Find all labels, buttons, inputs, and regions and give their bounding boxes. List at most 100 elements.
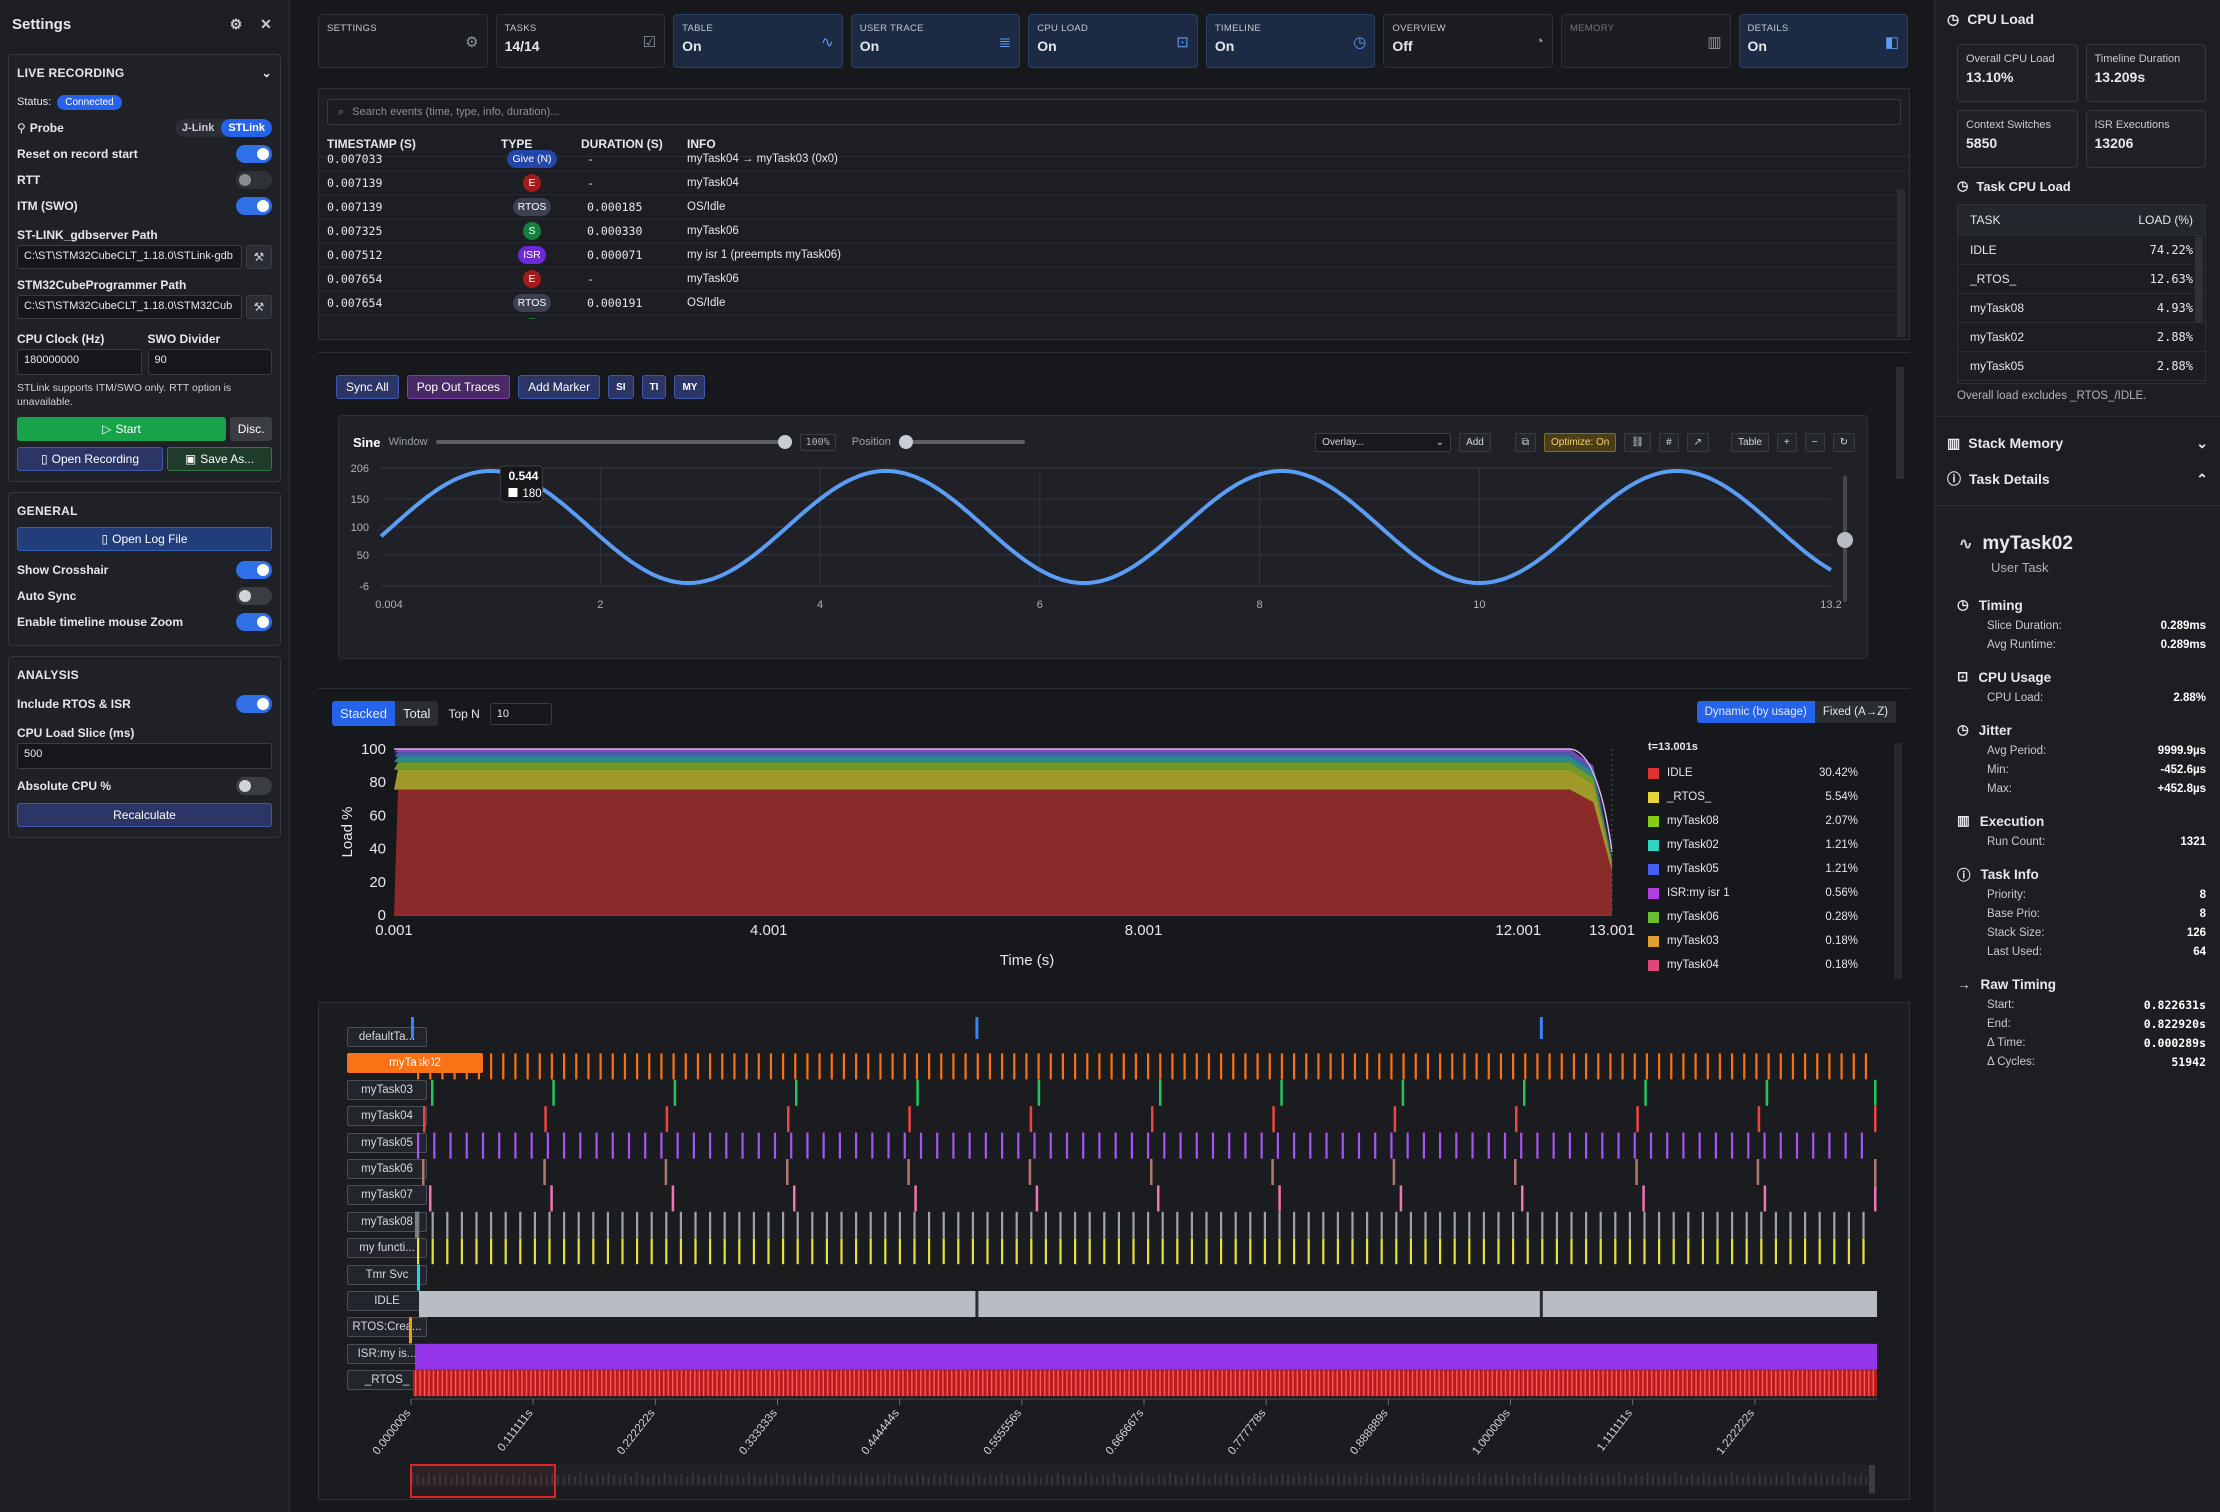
trace-panel-scrollbar[interactable] [1896,367,1904,479]
y-zoom-knob[interactable] [1837,532,1853,548]
timeline-zoom-toggle[interactable] [236,613,272,631]
legend-item[interactable]: ISR:my isr 1 0.56% [1648,881,1858,905]
trace-my-button[interactable]: MY [674,375,706,399]
timeline-mark [1628,1238,1631,1265]
event-type: RTOS [487,293,577,312]
detail-row: Max: +452.8µs [1957,779,2220,798]
recalculate-button[interactable]: Recalculate [17,803,272,827]
disconnect-button[interactable]: Disc. [230,417,272,441]
legend-item[interactable]: myTask06 0.28% [1648,905,1858,929]
timeline-mark [1380,1211,1383,1238]
task-load-row[interactable]: myTask02 2.88% [1958,322,2205,351]
task-load-row[interactable]: myTask05 2.88% [1958,351,2205,380]
cpu-load-section-header[interactable]: ◷ CPU Load [1935,0,2220,38]
event-search-input[interactable]: Search events (time, type, info, duratio… [352,106,559,118]
task-load-row[interactable]: IDLE 74.22% [1958,235,2205,264]
auto-sync-toggle[interactable] [236,587,272,605]
event-table-scrollbar[interactable] [1897,189,1905,337]
timeline-mark [1061,1370,1064,1397]
wrench-icon[interactable]: ⚒ [246,295,272,319]
trace-ti-button[interactable]: TI [641,375,667,399]
tile-settings[interactable]: SETTINGS ⚙ [318,14,488,68]
minimap-mark [955,1477,958,1485]
timeline-chart[interactable]: 0.000000s 0.111111s 0.222222s 0.333333s 0.44… [319,1003,1909,1499]
tile-cpu-load[interactable]: CPU LOAD On ⊡ [1028,14,1198,68]
table-row[interactable]: 0.007139 RTOS 0.000185 OS/Idle [319,195,1909,219]
probe-option-stlink[interactable]: STLink [221,119,272,137]
table-row[interactable]: 0.007325 S 0.000330 myTask06 [319,219,1909,243]
col-duration[interactable]: DURATION (S) [577,137,687,151]
legend-item[interactable]: myTask04 0.18% [1648,953,1858,977]
event-table-body: 0.007033 Give (N) - myTask04 → myTask03 (0x… [319,147,1909,319]
pop-out-traces-button[interactable]: Pop Out Traces [406,375,511,399]
dynamic-order-button[interactable]: Dynamic (by usage) [1696,701,1815,723]
minimap-handle[interactable] [1869,1465,1875,1493]
programmer-path-input[interactable]: C:\ST\STM32CubeCLT_1.18.0\STM32Cub [17,295,242,319]
load-col-header[interactable]: LOAD (%) [2138,213,2193,227]
table-row[interactable]: 0.007654 E - myTask06 [319,267,1909,291]
sine-chart[interactable]: 0.004 2 4 6 8 10 13.2 206 150 100 50 -6 0.544 180 [339,416,1869,660]
gear-icon[interactable]: ⚙ [225,13,247,35]
tile-user-trace[interactable]: USER TRACE On ≣ [850,14,1021,68]
minimap-viewport[interactable] [410,1464,556,1498]
include-rtos-toggle[interactable] [236,695,272,713]
timeline-mark [1837,1370,1839,1397]
cpu-load-slice-input[interactable]: 500 [17,743,272,769]
close-icon[interactable]: ✕ [255,13,277,35]
tile-tasks[interactable]: TASKS 14/14 ☑ [495,14,666,68]
stack-memory-header[interactable]: ▥ Stack Memory ⌄ [1935,425,2220,461]
col-type[interactable]: TYPE [487,137,577,151]
swo-divider-input[interactable]: 90 [147,349,272,375]
live-recording-header[interactable]: LIVE RECORDING ⌄ [17,63,272,83]
task-load-row[interactable]: myTask08 4.93% [1958,293,2205,322]
table-row[interactable]: 0.007033 Give (N) - myTask04 → myTask03 (0x… [319,147,1909,171]
timeline-mark [1159,1370,1161,1397]
task-table-scrollbar[interactable] [2195,237,2203,323]
task-col-header[interactable]: TASK [1970,213,2000,227]
chevron-down-icon[interactable]: ⌄ [262,66,272,80]
legend-item[interactable]: _RTOS_ 5.54% [1648,785,1858,809]
task-details-header[interactable]: ⓘ Task Details ⌃ [1935,461,2220,497]
event-search-box[interactable]: ⌕ Search events (time, type, info, durat… [327,99,1901,125]
probe-option-jlink[interactable]: J-Link [175,119,221,137]
table-row[interactable]: 0.007139 E - myTask04 [319,171,1909,195]
add-marker-button[interactable]: Add Marker [518,375,601,399]
save-as-button[interactable]: ▣ Save As... [167,447,272,471]
trace-si-button[interactable]: SI [608,375,634,399]
open-recording-button[interactable]: ▯ Open Recording [17,447,164,471]
itm-toggle[interactable] [236,197,272,215]
legend-item[interactable]: myTask02 1.21% [1648,833,1858,857]
legend-item[interactable]: IDLE 30.42% [1648,761,1858,785]
open-log-file-button[interactable]: ▯ Open Log File [17,527,272,551]
legend-item[interactable]: myTask03 0.18% [1648,929,1858,953]
fixed-order-button[interactable]: Fixed (A→Z) [1814,701,1896,723]
tile-memory[interactable]: MEMORY ▥ [1560,14,1731,68]
cpu-stacked-area-chart[interactable]: 0204060801000.001 4.001 8.001 12.001 13.001T… [318,689,1648,989]
table-row[interactable]: 0.007654 RTOS 0.000191 OS/Idle [319,291,1909,315]
sync-all-button[interactable]: Sync All [336,375,399,399]
show-crosshair-toggle[interactable] [236,561,272,579]
rtt-toggle[interactable] [236,171,272,189]
gdbserver-path-input[interactable]: C:\ST\STM32CubeCLT_1.18.0\STLink-gdb [17,245,242,269]
col-timestamp[interactable]: TIMESTAMP (S) [327,137,487,151]
minimap-mark [1618,1473,1621,1485]
tile-details[interactable]: DETAILS On ◧ [1738,14,1909,68]
cpu-clock-input[interactable]: 180000000 [17,349,142,375]
wrench-icon[interactable]: ⚒ [246,245,272,269]
tile-overview[interactable]: OVERVIEW Off ◔ [1383,14,1553,68]
timeline-mark [1122,1053,1125,1080]
timeline-mark [1555,1211,1558,1238]
tile-timeline[interactable]: TIMELINE On ◷ [1205,14,1376,68]
absolute-cpu-toggle[interactable] [236,777,272,795]
task-load-row[interactable]: ISR:my isr 11.20% [1958,380,2205,383]
legend-scrollbar[interactable] [1894,743,1902,979]
legend-item[interactable]: myTask08 2.07% [1648,809,1858,833]
tile-table[interactable]: TABLE On ∿ [673,14,843,68]
col-info[interactable]: INFO [687,137,1909,151]
table-row[interactable]: 0.007512 ISR 0.000071 my isr 1 (preempts my… [319,243,1909,267]
start-button[interactable]: ▷ Start [17,417,227,441]
task-load-row[interactable]: _RTOS_ 12.63% [1958,264,2205,293]
legend-item[interactable]: myTask05 1.21% [1648,857,1858,881]
table-row[interactable]: 0.007845S0.000480myTask08 [319,315,1909,319]
reset-on-record-toggle[interactable] [236,145,272,163]
